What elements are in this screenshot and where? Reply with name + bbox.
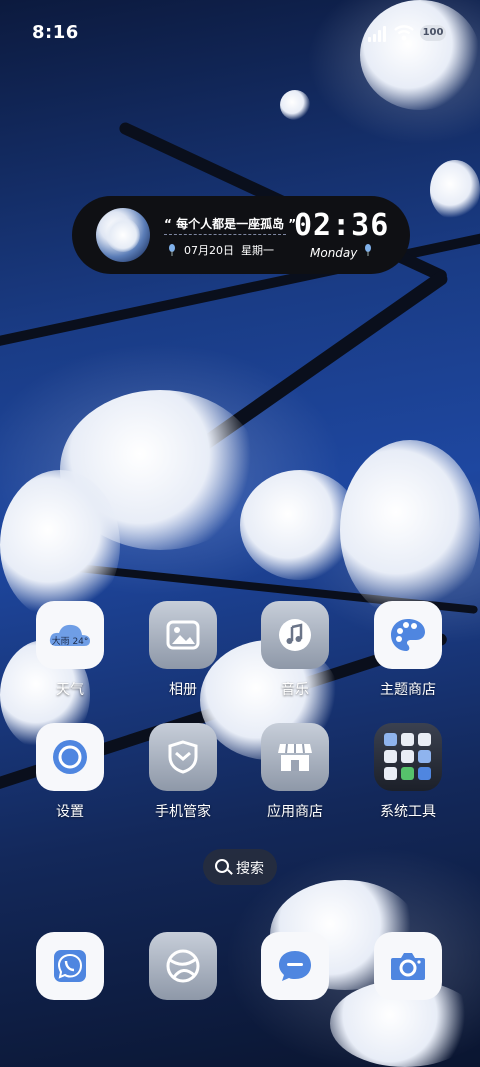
app-themes[interactable]: 主题商店	[352, 601, 464, 699]
camera-tile[interactable]	[374, 932, 442, 1000]
app-label: 主题商店	[380, 682, 436, 698]
system-tools-folder-tile[interactable]	[374, 723, 442, 791]
app-system-tools-folder[interactable]: 系统工具	[352, 723, 464, 821]
phone-manager-tile[interactable]	[149, 723, 217, 791]
widget-blossom-image	[96, 208, 150, 262]
flower-icon	[365, 244, 371, 256]
settings-tile[interactable]	[36, 723, 104, 791]
gallery-tile[interactable]	[149, 601, 217, 669]
storefront-icon	[278, 743, 312, 771]
widget-divider	[164, 234, 286, 235]
gallery-icon	[166, 620, 200, 650]
app-phone-manager[interactable]: 手机管家	[127, 723, 239, 821]
app-label: 音乐	[281, 682, 309, 698]
gear-icon	[53, 740, 87, 774]
search-icon	[215, 859, 229, 873]
dock-camera[interactable]	[352, 932, 464, 1000]
phone-tile[interactable]	[36, 932, 104, 1000]
app-settings[interactable]: 设置	[14, 723, 126, 821]
music-tile[interactable]	[261, 601, 329, 669]
widget-date: 07月20日 星期一	[184, 242, 274, 258]
palette-icon	[391, 619, 425, 651]
widget-date-text: 07月20日	[184, 244, 234, 257]
widget-weekday-en: Monday	[310, 246, 358, 260]
dock-phone[interactable]	[14, 932, 126, 1000]
app-label: 相册	[169, 682, 197, 698]
app-store-tile[interactable]	[261, 723, 329, 791]
app-music[interactable]: 音乐	[239, 601, 351, 699]
widget-weekday-cn: 星期一	[241, 244, 274, 257]
app-label: 手机管家	[155, 804, 211, 820]
dock-browser[interactable]	[127, 932, 239, 1000]
clock-quote-widget[interactable]: “ 每个人都是一座孤岛 ” 07月20日 星期一 02:36 Monday	[72, 196, 410, 274]
dock-messages[interactable]	[239, 932, 351, 1000]
search-button[interactable]: 搜索	[203, 849, 277, 885]
wifi-icon	[394, 25, 414, 41]
app-gallery[interactable]: 相册	[127, 601, 239, 699]
folder-grid-icon	[384, 733, 431, 780]
browser-tile[interactable]	[149, 932, 217, 1000]
app-label: 应用商店	[267, 804, 323, 820]
music-note-icon	[279, 619, 311, 651]
widget-clock: 02:36	[294, 208, 390, 243]
themes-tile[interactable]	[374, 601, 442, 669]
blossom	[430, 160, 480, 220]
battery-icon: 100	[420, 25, 446, 41]
camera-icon	[391, 953, 425, 980]
blossom	[0, 470, 120, 620]
app-label: 系统工具	[380, 804, 436, 820]
weather-tile[interactable]: 大雨 24°	[36, 601, 104, 669]
flower-icon	[169, 244, 175, 256]
app-weather[interactable]: 大雨 24° 天气	[14, 601, 126, 699]
app-label: 设置	[56, 804, 84, 820]
blossom	[280, 90, 310, 120]
message-icon	[279, 951, 311, 981]
messages-tile[interactable]	[261, 932, 329, 1000]
weather-badge: 大雨 24°	[51, 637, 89, 647]
status-time: 8:16	[32, 22, 79, 43]
phone-icon	[54, 950, 86, 982]
app-label: 天气	[56, 682, 84, 698]
shield-icon	[168, 740, 198, 774]
app-store[interactable]: 应用商店	[239, 723, 351, 821]
status-bar: 8:16 100	[0, 0, 480, 68]
widget-quote: “ 每个人都是一座孤岛 ”	[164, 217, 297, 231]
wallpaper	[0, 0, 480, 1067]
blossom	[340, 440, 480, 620]
signal-icon	[368, 26, 390, 42]
search-label: 搜索	[236, 861, 264, 877]
browser-icon	[166, 949, 200, 983]
